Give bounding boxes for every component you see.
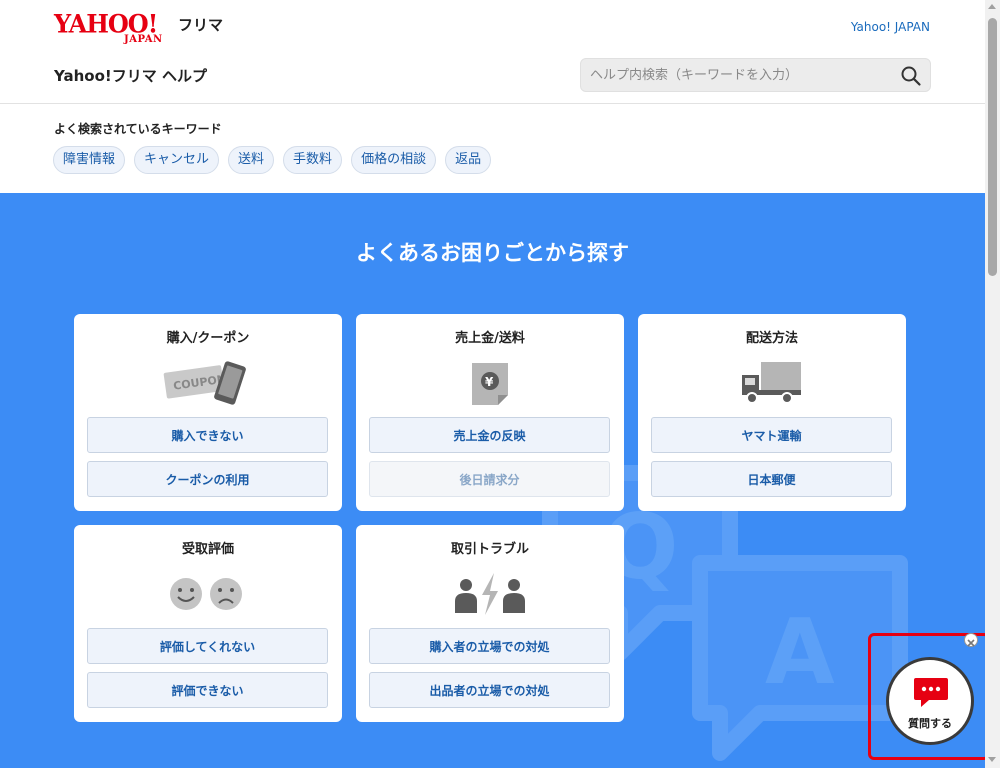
scrollbar-thumb[interactable]	[988, 18, 997, 276]
category-card-receipt-rating: 受取評価 評価してくれない 評価できない	[74, 525, 342, 722]
yahoo-japan-link[interactable]: Yahoo! JAPAN	[851, 20, 930, 34]
faq-button-coupon-use[interactable]: クーポンの利用	[87, 461, 328, 497]
page-title: Yahoo!フリマ ヘルプ	[54, 67, 207, 85]
category-card-purchase-coupon: 購入/クーポン COUPON 購入できない クーポンの利用	[74, 314, 342, 511]
chat-bubble-icon	[914, 678, 948, 707]
keyword-chip[interactable]: 価格の相談	[351, 146, 437, 174]
yen-document-icon: ¥	[356, 358, 624, 408]
category-card-sales-shipping: 売上金/送料 ¥ 売上金の反映 後日請求分	[356, 314, 624, 511]
faq-button-cannot-purchase[interactable]: 購入できない	[87, 417, 328, 453]
logo-japan-text: JAPAN	[124, 34, 163, 45]
faq-button-later-billing: 後日請求分	[369, 461, 610, 497]
scroll-up-arrow-icon[interactable]	[988, 4, 996, 9]
keyword-chip-list: 障害情報 キャンセル 送料 手数料 価格の相談 返品	[53, 146, 492, 174]
faq-button-buyer-handling[interactable]: 購入者の立場での対処	[369, 628, 610, 664]
card-title: 売上金/送料	[455, 331, 525, 346]
keyword-chip[interactable]: 障害情報	[53, 146, 126, 174]
scroll-down-arrow-icon[interactable]	[988, 757, 996, 762]
popular-keywords-section: よく検索されているキーワード 障害情報 キャンセル 送料 手数料 価格の相談 返…	[0, 104, 985, 193]
faq-button-japan-post[interactable]: 日本郵便	[651, 461, 892, 497]
faq-button-seller-handling[interactable]: 出品者の立場での対処	[369, 672, 610, 708]
logo-product-name: フリマ	[178, 16, 224, 34]
faq-button-cannot-rate[interactable]: 評価できない	[87, 672, 328, 708]
header: YAHOO! JAPAN フリマ Yahoo! JAPAN Yahoo!フリマ …	[0, 0, 985, 104]
people-conflict-icon	[356, 569, 624, 619]
svg-text:A: A	[765, 600, 835, 705]
card-title: 受取評価	[181, 542, 234, 557]
ask-question-button[interactable]: 質問する	[886, 657, 974, 745]
category-card-delivery-method: 配送方法 ヤマト運輸 日本郵便	[638, 314, 906, 511]
coupon-phone-icon: COUPON	[74, 358, 342, 408]
smiley-faces-icon	[74, 569, 342, 619]
vertical-scrollbar[interactable]	[985, 0, 1000, 768]
section-title: よくあるお困りごとから探す	[356, 241, 629, 265]
search-icon[interactable]	[900, 65, 922, 87]
faq-button-sales-reflection[interactable]: 売上金の反映	[369, 417, 610, 453]
keyword-chip[interactable]: キャンセル	[134, 146, 220, 174]
delivery-truck-icon	[638, 358, 906, 408]
keyword-chip[interactable]: 手数料	[283, 146, 343, 174]
faq-categories-section: Q A よくあるお困りごとから探す 購入/クーポン COUPON 購入できない …	[0, 193, 985, 768]
faq-button-yamato[interactable]: ヤマト運輸	[651, 417, 892, 453]
card-title: 購入/クーポン	[166, 331, 250, 346]
card-title: 取引トラブル	[450, 542, 529, 557]
search-box	[580, 58, 931, 92]
search-input[interactable]	[581, 59, 891, 91]
card-title: 配送方法	[745, 331, 798, 346]
close-icon[interactable]	[964, 633, 978, 647]
logo-wordmark: YAHOO!	[54, 8, 158, 39]
category-card-transaction-trouble: 取引トラブル 購入者の立場での対処 出品者の立場での対処	[356, 525, 624, 722]
popular-keywords-title: よく検索されているキーワード	[54, 122, 222, 136]
chat-button-label: 質問する	[908, 717, 952, 730]
keyword-chip[interactable]: 送料	[228, 146, 275, 174]
svg-text:¥: ¥	[485, 375, 494, 389]
faq-button-not-rated[interactable]: 評価してくれない	[87, 628, 328, 664]
yahoo-flea-market-logo[interactable]: YAHOO! JAPAN フリマ	[54, 8, 223, 46]
keyword-chip[interactable]: 返品	[445, 146, 492, 174]
